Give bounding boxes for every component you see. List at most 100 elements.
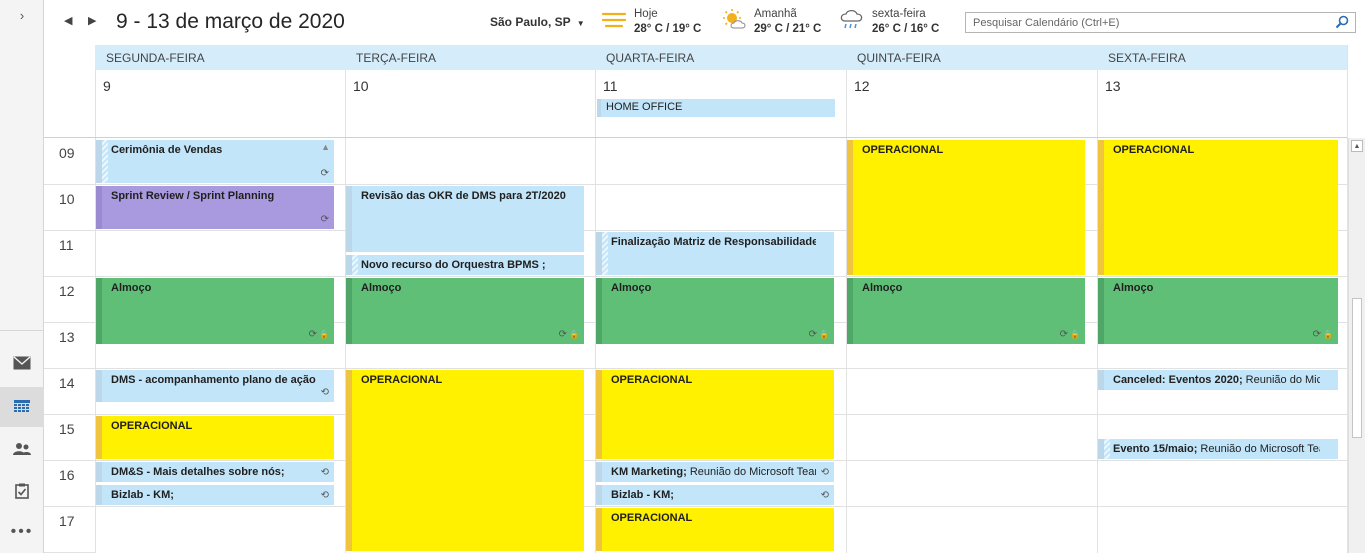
recurring-exception-icon: ⟲	[320, 490, 329, 501]
hour-label: 10	[59, 191, 75, 207]
event-title: Almoço	[361, 282, 566, 294]
people-nav-button[interactable]	[0, 429, 44, 469]
calendar-event[interactable]: Almoço ⟳ 🔒	[346, 278, 584, 344]
recurring-icon: ⟳	[1059, 329, 1068, 340]
calendar-event[interactable]: Almoço ⟳ 🔒	[596, 278, 834, 344]
scroll-up-arrow-icon[interactable]: ▲	[321, 142, 330, 152]
calendar-event[interactable]: KM Marketing; Reunião do Microsoft Teams…	[596, 462, 834, 482]
event-title: KM Marketing; Reunião do Microsoft Teams	[611, 466, 816, 478]
event-title: DMS - acompanhamento plano de ação	[111, 374, 316, 386]
day-number[interactable]: 9	[103, 78, 111, 94]
calendar-event[interactable]: OPERACIONAL	[346, 370, 584, 551]
tasks-icon	[15, 483, 29, 499]
sun-icon	[601, 12, 627, 28]
scroll-up-button[interactable]: ▲	[1351, 140, 1363, 152]
rain-icon	[840, 9, 863, 29]
calendar-event[interactable]: OPERACIONAL	[847, 140, 1085, 275]
event-title: Sprint Review / Sprint Planning	[111, 190, 316, 202]
calendar-search[interactable]	[965, 12, 1356, 33]
hour-label: 09	[59, 145, 75, 161]
all-day-event[interactable]: HOME OFFICE	[597, 99, 835, 117]
event-subject: Almoço	[361, 282, 402, 294]
day-name: TERÇA-FEIRA	[356, 51, 437, 65]
event-title: OPERACIONAL	[1113, 144, 1320, 156]
search-icon[interactable]	[1335, 15, 1349, 29]
recurring-exception-icon: ⟲	[320, 467, 329, 478]
hour-label-gridline	[44, 506, 95, 507]
recurring-icon: ⟳	[320, 214, 329, 225]
calendar-event[interactable]: Canceled: Eventos 2020; Reunião do Micro…	[1098, 370, 1338, 390]
calendar-nav-button[interactable]	[0, 387, 44, 427]
hour-label: 14	[59, 375, 75, 391]
partly-sunny-icon	[723, 9, 746, 29]
weather-temperature: 29° C / 21° C	[754, 23, 822, 35]
calendar-event[interactable]: Revisão das OKR de DMS para 2T/2020	[346, 186, 584, 252]
calendar-event[interactable]: OPERACIONAL	[596, 508, 834, 551]
mail-nav-button[interactable]	[0, 343, 44, 383]
event-subject: Almoço	[1113, 282, 1154, 294]
calendar-event[interactable]: Almoço ⟳ 🔒	[96, 278, 334, 344]
calendar-event[interactable]: Novo recurso do Orquestra BPMS ;	[346, 255, 584, 275]
event-title: Revisão das OKR de DMS para 2T/2020	[361, 190, 566, 202]
day-header-row: SEGUNDA-FEIRA TERÇA-FEIRA QUARTA-FEIRA QUIN…	[95, 45, 1347, 70]
calendar-event[interactable]: OPERACIONAL	[596, 370, 834, 459]
event-location: Reunião do Microsoft Teams	[1200, 443, 1320, 455]
event-title: Finalização Matriz de Responsabilidades	[611, 236, 816, 248]
day-name: QUINTA-FEIRA	[857, 51, 941, 65]
event-subject: Bizlab - KM;	[111, 489, 174, 501]
calendar-event[interactable]: DMS - acompanhamento plano de ação ⟲	[96, 370, 334, 402]
calendar-event[interactable]: Cerimônia de Vendas ▲ ⟳	[96, 140, 334, 183]
hour-gridline	[95, 276, 1347, 277]
event-subject: Sprint Review / Sprint Planning	[111, 190, 275, 202]
recurring-icon: ⟳	[1312, 329, 1321, 340]
recurring-icon: ⟳	[308, 329, 317, 340]
hour-label-gridline	[44, 276, 95, 277]
all-day-separator	[44, 137, 1347, 138]
next-week-button[interactable]: ▶	[88, 14, 96, 27]
calendar-event[interactable]: Almoço ⟳ 🔒	[847, 278, 1085, 344]
event-title: DM&S - Mais detalhes sobre nós;	[111, 466, 316, 478]
event-subject: Novo recurso do Orquestra BPMS ;	[361, 259, 546, 271]
search-input[interactable]	[966, 13, 1326, 32]
calendar-event[interactable]: DM&S - Mais detalhes sobre nós; ⟲	[96, 462, 334, 482]
event-subject: OPERACIONAL	[611, 374, 693, 386]
calendar-event[interactable]: Evento 15/maio; Reunião do Microsoft Tea…	[1098, 439, 1338, 459]
event-subject: Finalização Matriz de Responsabilidades	[611, 236, 816, 248]
day-number[interactable]: 12	[854, 78, 870, 94]
lock-icon: 🔒	[1323, 330, 1333, 339]
event-title: Almoço	[862, 282, 1067, 294]
calendar-event[interactable]: OPERACIONAL	[96, 416, 334, 459]
weather-label: Hoje	[634, 8, 658, 20]
event-subject: DM&S - Mais detalhes sobre nós;	[111, 466, 285, 478]
event-title: Canceled: Eventos 2020; Reunião do Micro…	[1113, 374, 1320, 386]
vertical-scrollbar[interactable]: ▲	[1348, 138, 1365, 553]
recurring-icon: ⟳	[808, 329, 817, 340]
calendar-event[interactable]: OPERACIONAL	[1098, 140, 1338, 275]
calendar-event[interactable]: Sprint Review / Sprint Planning ⟳	[96, 186, 334, 229]
previous-week-button[interactable]: ◀	[64, 14, 72, 27]
day-number[interactable]: 13	[1105, 78, 1121, 94]
scroll-thumb[interactable]	[1352, 298, 1362, 438]
expand-folder-pane-button[interactable]: ›	[0, 8, 44, 32]
event-title: Almoço	[611, 282, 816, 294]
event-subject: Almoço	[862, 282, 903, 294]
event-subject: OPERACIONAL	[862, 144, 944, 156]
day-name: QUARTA-FEIRA	[606, 51, 695, 65]
day-number[interactable]: 11	[603, 78, 618, 94]
calendar-event[interactable]: Finalização Matriz de Responsabilidades	[596, 232, 834, 275]
calendar-event[interactable]: Almoço ⟳ 🔒	[1098, 278, 1338, 344]
hour-gridline	[95, 506, 1347, 507]
weather-temperature: 28° C / 19° C	[634, 23, 702, 35]
recurring-exception-icon: ⟲	[820, 490, 829, 501]
day-number[interactable]: 10	[353, 78, 369, 94]
recurring-exception-icon: ⟲	[320, 386, 329, 398]
hour-label-gridline	[44, 184, 95, 185]
location-selector[interactable]: São Paulo, SP ▼	[490, 15, 585, 29]
event-title: Evento 15/maio; Reunião do Microsoft Tea…	[1113, 443, 1320, 455]
tasks-nav-button[interactable]	[0, 471, 44, 511]
event-title: OPERACIONAL	[862, 144, 1067, 156]
calendar-event[interactable]: Bizlab - KM; ⟲	[596, 485, 834, 505]
left-navigation: › •••	[0, 0, 44, 553]
calendar-event[interactable]: Bizlab - KM; ⟲	[96, 485, 334, 505]
more-apps-button[interactable]: •••	[0, 512, 44, 552]
